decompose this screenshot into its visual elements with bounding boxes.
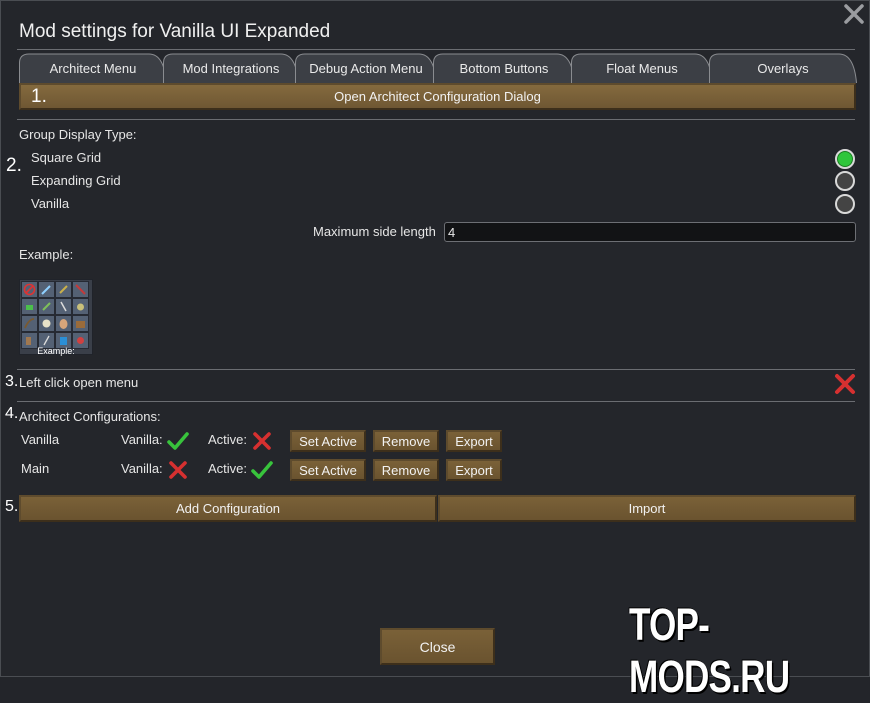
no-icon [21, 281, 38, 298]
weapon-icon [72, 281, 89, 298]
cross-icon [253, 432, 271, 450]
mining-icon [38, 298, 55, 315]
marker-2: 2. [6, 155, 22, 176]
vanilla-label: Vanilla: [121, 432, 163, 447]
tab-float-menus[interactable]: Float Menus [571, 53, 713, 83]
tab-label: Overlays [757, 60, 809, 76]
set-active-button[interactable]: Set Active [290, 459, 366, 481]
button-label: Set Active [299, 462, 357, 478]
tab-architect-menu[interactable]: Architect Menu [19, 53, 167, 83]
example-grid-image: Example: [19, 279, 93, 356]
button-label: Import [628, 501, 666, 516]
left-click-label: Left click open menu [19, 375, 139, 390]
input-value: 4 [448, 224, 456, 240]
example-caption: Example: [37, 346, 75, 356]
bow-icon [21, 315, 38, 332]
config-name: Main [21, 461, 50, 476]
settings-window: Mod settings for Vanilla UI Expanded Arc… [0, 0, 870, 702]
tool-icon [55, 281, 72, 298]
tab-debug-action-menu[interactable]: Debug Action Menu [295, 53, 437, 83]
tab-label: Bottom Buttons [459, 60, 549, 76]
add-configuration-button[interactable]: Add Configuration [19, 495, 437, 522]
max-side-length-input[interactable]: 4 [444, 222, 856, 242]
section-divider [17, 119, 855, 120]
animal-icon [72, 298, 89, 315]
window-title: Mod settings for Vanilla UI Expanded [19, 21, 331, 42]
button-label: Close [419, 638, 456, 655]
active-label: Active: [208, 461, 248, 476]
bag-icon [72, 315, 89, 332]
title-divider [17, 49, 855, 50]
tab-bottom-buttons[interactable]: Bottom Buttons [433, 53, 575, 83]
open-architect-dialog-button[interactable]: Open Architect Configuration Dialog [19, 83, 856, 110]
plant-icon [21, 298, 38, 315]
tab-overlays[interactable]: Overlays [709, 53, 857, 83]
section-divider [17, 401, 855, 402]
button-label: Set Active [299, 433, 357, 449]
food-icon [38, 315, 55, 332]
tab-label: Float Menus [606, 60, 678, 76]
vanilla-label: Vanilla: [121, 461, 163, 476]
close-icon[interactable] [843, 3, 865, 25]
sword-icon [55, 298, 72, 315]
button-label: Open Architect Configuration Dialog [334, 89, 541, 104]
watermark: TOP-MODS.RU [629, 599, 790, 702]
example-heading: Example: [19, 247, 74, 262]
radio-expanding-grid[interactable] [835, 171, 855, 191]
check-icon [251, 461, 273, 479]
cross-icon [169, 461, 187, 479]
marker-5: 5. [5, 498, 19, 515]
active-label: Active: [208, 432, 248, 447]
button-label: Export [455, 433, 493, 449]
section-divider [17, 369, 855, 370]
marker-1-overlay: 1. [31, 86, 47, 107]
tab-label: Architect Menu [49, 60, 137, 76]
tab-label: Debug Action Menu [309, 60, 423, 76]
radio-vanilla[interactable] [835, 194, 855, 214]
export-button[interactable]: Export [446, 430, 502, 452]
radio-square-grid[interactable] [835, 149, 855, 169]
button-label: Add Configuration [175, 501, 281, 516]
button-label: Export [455, 462, 493, 478]
config-name: Vanilla [21, 432, 60, 447]
build-icon [38, 281, 55, 298]
group-display-heading: Group Display Type: [19, 127, 137, 142]
tab-label: Mod Integrations [182, 60, 280, 76]
export-button[interactable]: Export [446, 459, 502, 481]
button-label: Remove [381, 433, 431, 449]
button-label: Remove [381, 462, 431, 478]
check-icon [167, 432, 189, 450]
close-button[interactable]: Close [380, 628, 495, 665]
option-expanding-grid-label: Expanding Grid [31, 173, 121, 188]
remove-button[interactable]: Remove [373, 459, 439, 481]
remove-button[interactable]: Remove [373, 430, 439, 452]
tab-mod-integrations[interactable]: Mod Integrations [163, 53, 299, 83]
option-vanilla-label: Vanilla [31, 196, 70, 211]
max-side-length-label: Maximum side length [313, 224, 436, 239]
marker-4: 4. [5, 405, 19, 422]
marker-3: 3. [5, 373, 19, 390]
import-button[interactable]: Import [438, 495, 856, 522]
cross-icon[interactable] [834, 373, 856, 395]
hand-icon [55, 315, 72, 332]
configurations-heading: Architect Configurations: [19, 409, 161, 424]
set-active-button[interactable]: Set Active [290, 430, 366, 452]
option-square-grid-label: Square Grid [31, 150, 102, 165]
